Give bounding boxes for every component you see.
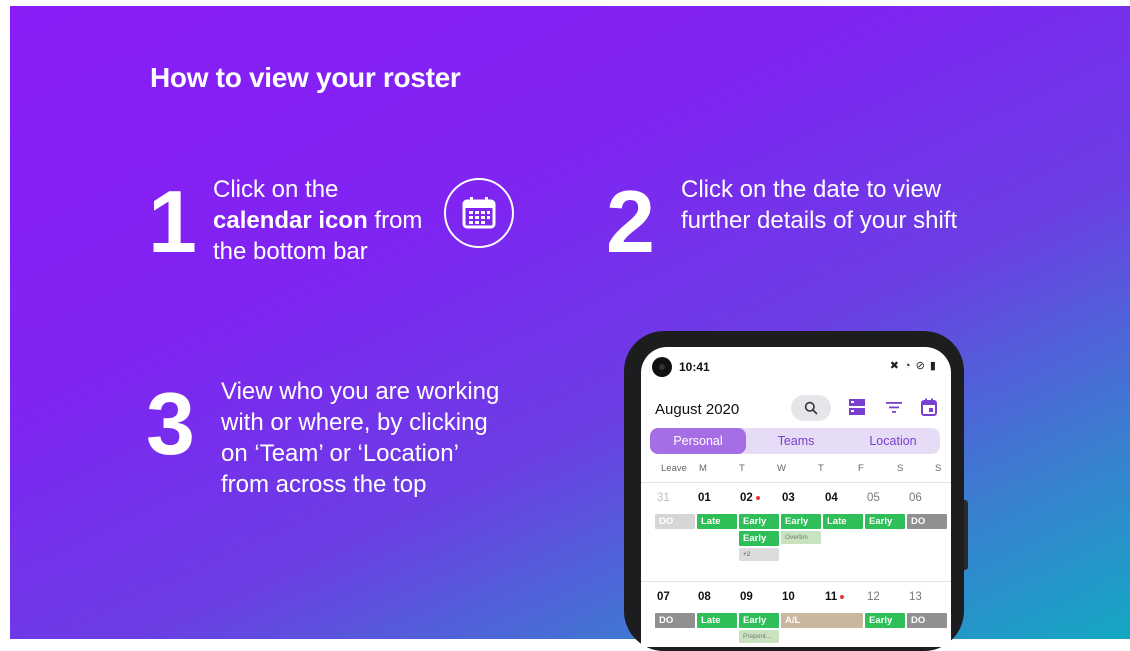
date-cell[interactable]: 09	[740, 591, 753, 603]
date-cell[interactable]: 13	[909, 591, 922, 603]
date-cell[interactable]: 02	[740, 492, 760, 504]
date-label: 02	[740, 492, 753, 504]
list-view-icon[interactable]	[849, 398, 865, 416]
date-cell[interactable]: 31	[657, 492, 670, 504]
shift-chip[interactable]: Early	[739, 531, 779, 546]
search-icon	[804, 401, 818, 415]
weekday-wed: W	[777, 463, 786, 474]
date-label: 11	[825, 591, 838, 603]
date-cell[interactable]: 06	[909, 492, 922, 504]
tab-teams[interactable]: Teams	[750, 428, 842, 454]
weekday-mon: M	[699, 463, 707, 474]
shift-chip[interactable]: Early	[739, 514, 779, 529]
date-cell[interactable]: 03	[782, 492, 795, 504]
date-cell[interactable]: 08	[698, 591, 711, 603]
month-title: August 2020	[655, 401, 740, 418]
step-2-text: Click on the date to view further detail…	[681, 174, 957, 236]
step-3-line-4: from across the top	[221, 471, 427, 498]
calendar-icon-circle	[444, 178, 514, 248]
date-cell[interactable]: 12	[867, 591, 880, 603]
date-cell[interactable]: 05	[867, 492, 880, 504]
shift-chip[interactable]: Early	[865, 613, 905, 628]
shift-chip[interactable]: DO	[655, 613, 695, 628]
shift-chip[interactable]: Late	[697, 613, 737, 628]
phone-screen: 10:41 ✖ ◔ ⊘ ▮ August 2020 Personal Teams…	[641, 347, 951, 647]
note-chip[interactable]: Prepont...	[739, 630, 779, 643]
phone-side-button	[964, 500, 968, 570]
shift-chip[interactable]: Early	[865, 514, 905, 529]
shift-chip[interactable]: DO	[907, 613, 947, 628]
calendar-icon	[462, 197, 496, 229]
status-icons: ✖ ◔ ⊘ ▮	[889, 360, 937, 372]
calendar-nav-icon[interactable]	[921, 398, 937, 416]
search-button[interactable]	[791, 395, 831, 421]
tab-personal[interactable]: Personal	[650, 428, 746, 454]
step-3-line-1: View who you are working	[221, 378, 500, 405]
step-1-text: Click on the calendar icon from the bott…	[213, 174, 422, 267]
step-1-number: 1	[148, 172, 197, 271]
step-1-line-1: Click on the	[213, 176, 339, 203]
step-1-line-3: the bottom bar	[213, 238, 368, 265]
event-dot	[840, 594, 845, 599]
weekday-thu: T	[818, 463, 824, 474]
weekday-tue: T	[739, 463, 745, 474]
step-3-line-2: with or where, by clicking	[221, 409, 488, 436]
shift-chip[interactable]: DO	[655, 514, 695, 529]
weekday-fri: F	[858, 463, 864, 474]
step-1-bold: calendar icon	[213, 207, 368, 234]
filter-icon[interactable]	[886, 398, 902, 416]
step-2-line-2: further details of your shift	[681, 207, 958, 234]
header-divider	[641, 482, 951, 483]
weekday-sun: S	[935, 463, 942, 474]
event-dot	[755, 495, 760, 500]
shift-chip[interactable]: Late	[823, 514, 863, 529]
date-cell[interactable]: 07	[657, 591, 670, 603]
front-camera	[652, 357, 672, 377]
date-cell[interactable]: 11	[825, 591, 845, 603]
more-shifts-badge[interactable]: +2	[739, 548, 779, 561]
shift-chip[interactable]: Late	[697, 514, 737, 529]
step-3-number: 3	[146, 374, 195, 473]
step-1-line-2: calendar icon from	[213, 205, 422, 236]
shift-chip[interactable]: DO	[907, 514, 947, 529]
date-cell[interactable]: 10	[782, 591, 795, 603]
shift-chip[interactable]: Early	[739, 613, 779, 628]
view-tabs: Personal Teams Location	[650, 428, 940, 454]
date-cell[interactable]: 01	[698, 492, 711, 504]
status-time: 10:41	[679, 360, 710, 374]
week-divider	[641, 581, 951, 582]
note-chip[interactable]: Overtim	[781, 531, 821, 544]
tab-location[interactable]: Location	[846, 428, 940, 454]
slide-title: How to view your roster	[150, 62, 461, 93]
step-2-line-1: Click on the date to view	[681, 176, 942, 203]
step-3-line-3: on ‘Team’ or ‘Location’	[221, 440, 459, 467]
date-cell[interactable]: 04	[825, 492, 838, 504]
shift-chip[interactable]: Early	[781, 514, 821, 529]
step-3-text: View who you are working with or where, …	[221, 376, 499, 500]
weekday-sat: S	[897, 463, 904, 474]
weekday-leave: Leave	[661, 463, 687, 474]
step-2-number: 2	[606, 172, 655, 271]
step-1-line-2-rest: from	[367, 207, 423, 234]
annual-leave-chip[interactable]: A/L	[781, 613, 863, 628]
